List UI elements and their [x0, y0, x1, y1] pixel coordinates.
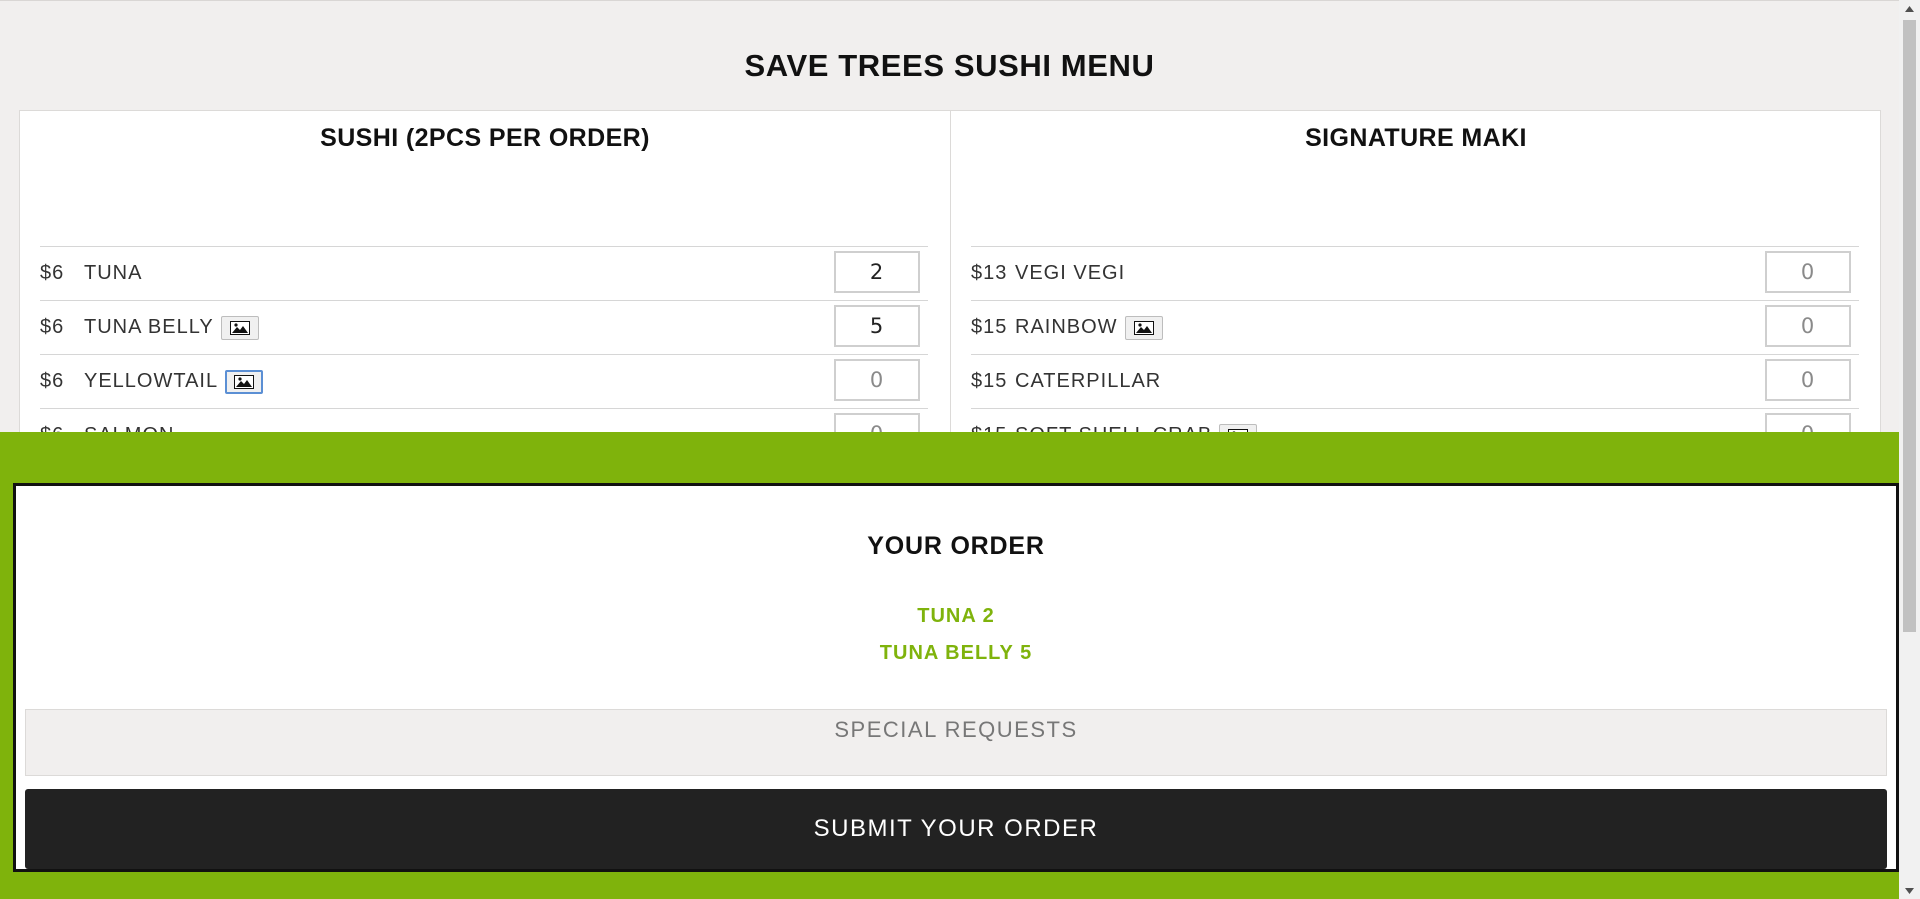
item-price: $6 [40, 262, 65, 284]
maki-list: $13 VEGI VEGI 0 $15 RAINBOW 0 $15 CATERP… [971, 246, 1859, 463]
top-divider [0, 0, 1899, 1]
item-name: CATERPILLAR [1015, 370, 1162, 392]
menu-row-tuna: $6 TUNA 2 [40, 247, 928, 301]
order-item: TUNA BELLY 5 [879, 642, 1033, 664]
image-icon[interactable] [1124, 315, 1163, 340]
sushi-list: $6 TUNA 2 $6 TUNA BELLY 5 $6 YELLOWTAIL [40, 246, 928, 463]
quantity-input[interactable]: 0 [1765, 305, 1851, 347]
item-name: YELLOWTAIL [84, 370, 219, 392]
item-price: $6 [40, 316, 65, 338]
page: SAVE TREES SUSHI MENU SUSHI (2PCS PER OR… [0, 0, 1899, 899]
quantity-input[interactable]: 0 [834, 359, 920, 401]
sushi-column-title: SUSHI (2PCS PER ORDER) [320, 124, 650, 152]
image-icon[interactable] [220, 315, 259, 340]
item-name: RAINBOW [1015, 316, 1118, 338]
special-requests-input[interactable]: SPECIAL REQUESTS [25, 709, 1887, 776]
quantity-input[interactable]: 0 [1765, 359, 1851, 401]
menu-row-tuna-belly: $6 TUNA BELLY 5 [40, 301, 928, 355]
vertical-scrollbar[interactable] [1899, 0, 1920, 899]
menu-row-yellowtail: $6 YELLOWTAIL 0 [40, 355, 928, 409]
item-name: TUNA [84, 262, 143, 284]
quantity-input[interactable]: 0 [1765, 251, 1851, 293]
item-price: $13 [971, 262, 1008, 284]
image-icon[interactable] [225, 369, 264, 394]
item-price: $15 [971, 370, 1008, 392]
order-list: TUNA 2 TUNA BELLY 5 [16, 598, 1896, 672]
menu-row-vegi-vegi: $13 VEGI VEGI 0 [971, 247, 1859, 301]
maki-column-title: SIGNATURE MAKI [1305, 124, 1527, 152]
item-price: $15 [971, 316, 1008, 338]
submit-order-button[interactable]: SUBMIT YOUR ORDER [25, 789, 1887, 869]
menu-title: SAVE TREES SUSHI MENU [744, 48, 1155, 83]
item-name: VEGI VEGI [1015, 262, 1126, 284]
scroll-up-arrow-icon[interactable] [1899, 0, 1920, 17]
item-name: TUNA BELLY [84, 316, 214, 338]
item-price: $6 [40, 370, 65, 392]
order-item: TUNA 2 [917, 605, 995, 627]
scroll-down-arrow-icon[interactable] [1899, 882, 1920, 899]
order-title: YOUR ORDER [867, 532, 1045, 560]
order-panel: YOUR ORDER TUNA 2 TUNA BELLY 5 SPECIAL R… [13, 483, 1899, 872]
scrollbar-thumb[interactable] [1903, 20, 1916, 632]
menu-row-rainbow: $15 RAINBOW 0 [971, 301, 1859, 355]
quantity-input[interactable]: 2 [834, 251, 920, 293]
quantity-input[interactable]: 5 [834, 305, 920, 347]
menu-row-caterpillar: $15 CATERPILLAR 0 [971, 355, 1859, 409]
